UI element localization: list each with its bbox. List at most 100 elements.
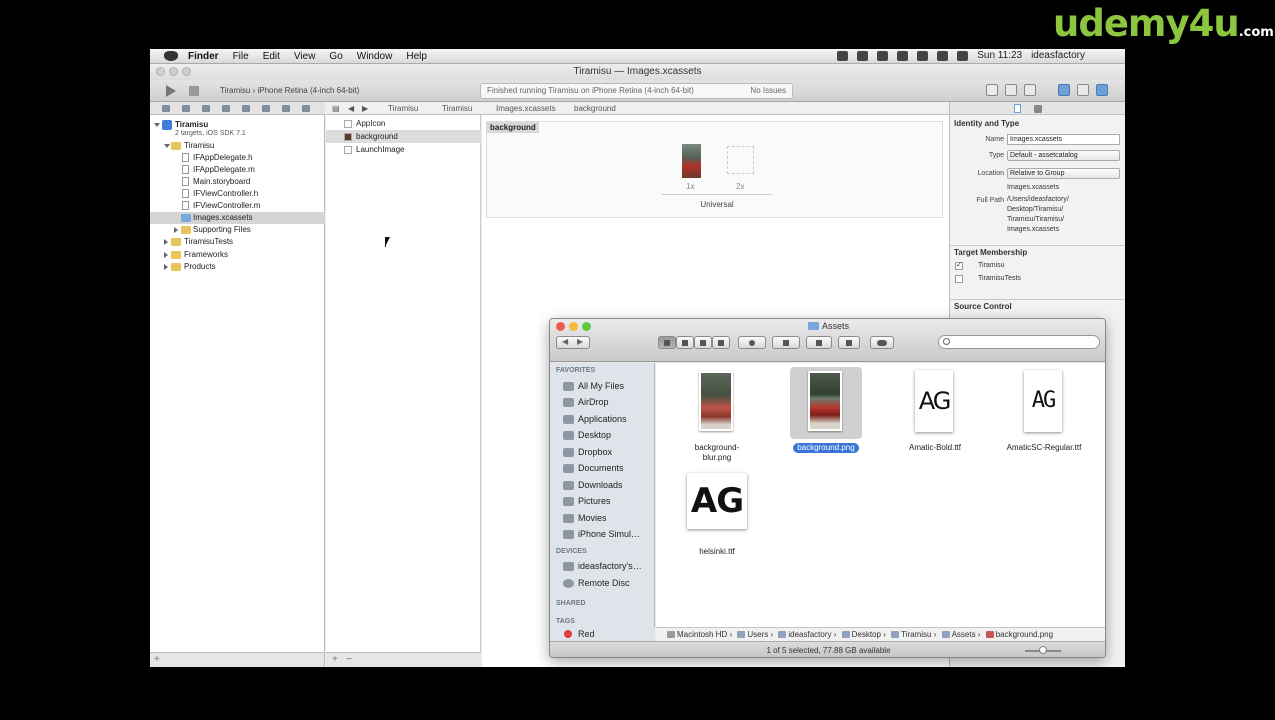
sidebar-item-computer[interactable]: ideasfactory's… [550,559,655,573]
arrange-button[interactable] [806,336,832,349]
menubar-clock[interactable]: Sun 11:23 [977,50,1022,61]
location-popup[interactable]: Relative to Group [1007,168,1120,179]
nav-row-file[interactable]: IFViewController.h [150,188,325,200]
file-item-selected[interactable]: background.png [771,367,881,453]
sidebar-item-tag-red[interactable]: Red [550,627,655,641]
list-view-button[interactable] [676,336,694,349]
jumpbar-imageset[interactable]: background [574,102,616,115]
asset-item-appicon[interactable]: AppIcon [326,117,481,130]
menu-edit[interactable]: Edit [263,51,280,62]
nav-row-file[interactable]: IFAppDelegate.h [150,152,325,164]
sidebar-item-downloads[interactable]: Downloads [550,478,655,492]
sidebar-item-remote-disc[interactable]: Remote Disc [550,576,655,590]
jumpbar-project[interactable]: Tiramisu [388,102,418,115]
menubar-user[interactable]: ideasfactory [1031,50,1085,61]
related-items-icon[interactable]: ▤ [332,102,340,115]
sidebar-item-iphone-simulator[interactable]: iPhone Simul… [550,527,655,541]
action-gear-button[interactable] [738,336,766,349]
toggle-navigator-icon[interactable] [1058,84,1070,96]
sidebar-item-documents[interactable]: Documents [550,461,655,475]
menu-file[interactable]: File [233,51,249,62]
path-segment[interactable]: background.png [996,630,1053,639]
dropbox-button[interactable] [772,336,800,349]
log-navigator-icon[interactable] [302,105,310,112]
wifi-icon[interactable] [917,50,929,61]
image-slot-1x[interactable] [682,144,701,178]
back-forward-buttons[interactable]: ◀ ▶ [556,336,590,349]
issue-navigator-icon[interactable] [222,105,230,112]
menu-app-finder[interactable]: Finder [188,51,219,62]
back-arrow-icon[interactable]: ◀ [562,337,568,346]
sidebar-item-dropbox[interactable]: Dropbox [550,445,655,459]
path-segment[interactable]: ideasfactory [788,630,831,639]
back-arrow-icon[interactable]: ◀ [348,102,354,115]
file-inspector-icon[interactable] [1014,104,1021,113]
test-navigator-icon[interactable] [242,105,250,112]
sidebar-item-applications[interactable]: Applications [550,412,655,426]
menu-window[interactable]: Window [357,51,393,62]
file-item[interactable]: AG helsinki.ttf [662,471,772,557]
symbol-navigator-icon[interactable] [182,105,190,112]
editor-assistant-icon[interactable] [1005,84,1017,96]
editor-standard-icon[interactable] [986,84,998,96]
window-zoom-button[interactable] [182,67,191,76]
nav-row-asset-catalog[interactable]: Images.xcassets [150,212,325,224]
menu-help[interactable]: Help [406,51,427,62]
path-segment[interactable]: Macintosh HD [677,630,727,639]
icon-size-slider-knob[interactable] [1039,646,1047,654]
breakpoint-navigator-icon[interactable] [282,105,290,112]
forward-arrow-icon[interactable]: ▶ [577,337,583,346]
scheme-selector[interactable]: Tiramisu › iPhone Retina (4-inch 64-bit) [220,84,359,98]
volume-icon[interactable] [937,50,949,61]
nav-row-file[interactable]: Main.storyboard [150,176,325,188]
editor-version-icon[interactable] [1024,84,1036,96]
toggle-debug-icon[interactable] [1077,84,1089,96]
share-button[interactable] [838,336,860,349]
finder-search-field[interactable] [938,335,1100,349]
menu-view[interactable]: View [294,51,316,62]
target-checkbox-tiramisu[interactable]: ✓ [955,262,963,270]
tags-button[interactable] [870,336,894,349]
nav-row-group[interactable]: Supporting Files [150,224,325,236]
add-asset-icon[interactable]: + [332,654,338,665]
sidebar-item-airdrop[interactable]: AirDrop [550,395,655,409]
path-segment[interactable]: Users [747,630,768,639]
apple-menu-icon[interactable] [164,51,178,61]
path-segment[interactable]: Assets [952,630,976,639]
forward-arrow-icon[interactable]: ▶ [362,102,368,115]
facetime-icon[interactable] [837,50,849,61]
quick-help-icon[interactable] [1034,105,1042,113]
window-minimize-button[interactable] [169,67,178,76]
bluetooth-icon[interactable] [877,50,889,61]
debug-navigator-icon[interactable] [262,105,270,112]
find-navigator-icon[interactable] [202,105,210,112]
column-view-button[interactable] [694,336,712,349]
path-segment[interactable]: Desktop [852,630,881,639]
run-button[interactable] [166,85,176,97]
nav-row-group[interactable]: TiramisuTests [150,236,325,248]
sidebar-item-desktop[interactable]: Desktop [550,428,655,442]
menu-go[interactable]: Go [329,51,342,62]
nav-row-group[interactable]: Frameworks [150,249,325,261]
toggle-utilities-icon[interactable] [1096,84,1108,96]
target-checkbox-tests[interactable] [955,275,963,283]
sidebar-item-all-my-files[interactable]: All My Files [550,379,655,393]
time-machine-icon[interactable] [897,50,909,61]
sidebar-item-pictures[interactable]: Pictures [550,494,655,508]
asset-item-launchimage[interactable]: LaunchImage [326,143,481,156]
battery-icon[interactable] [957,50,969,61]
nav-row-file[interactable]: IFViewController.m [150,200,325,212]
nav-row-group[interactable]: Products [150,261,325,273]
add-icon[interactable]: + [154,654,160,665]
file-item[interactable]: AG AmaticSC-Regular.ttf [989,367,1099,453]
path-segment[interactable]: Tiramisu [901,630,931,639]
dropbox-status-icon[interactable] [857,50,869,61]
window-close-button[interactable] [156,67,165,76]
image-slot-2x[interactable] [727,146,754,174]
remove-asset-icon[interactable]: − [346,654,352,665]
jumpbar-catalog[interactable]: Images.xcassets [496,102,556,115]
nav-row-group-tiramisu[interactable]: Tiramisu [150,140,325,152]
name-field[interactable]: Images.xcassets [1007,134,1120,145]
nav-row-file[interactable]: IFAppDelegate.m [150,164,325,176]
asset-item-background[interactable]: background [326,130,481,143]
